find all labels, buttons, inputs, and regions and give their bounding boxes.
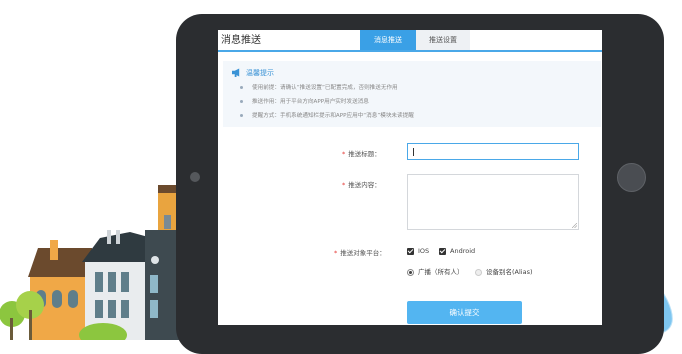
tip-item: 使用前提：请确认“推送设置”已配置完成，否则推送无作用	[240, 83, 398, 91]
bullet-icon	[240, 100, 243, 103]
radio-unselected-icon	[475, 268, 482, 276]
bullet-icon	[240, 114, 243, 117]
push-title-input[interactable]	[407, 143, 579, 160]
tab-push-settings[interactable]: 推送设置	[416, 30, 470, 50]
resize-grip-icon[interactable]	[572, 223, 577, 228]
target-broadcast-radio[interactable]: 广播（所有人）	[407, 266, 464, 276]
platform-android-checkbox[interactable]: Android	[439, 247, 475, 255]
target-alias-radio[interactable]: 设备别名(Alias)	[475, 266, 533, 276]
illustration-scene: 消息推送 消息推送 推送设置 温馨提示 使用前提：请确认“推送设置”已配置完成，…	[0, 0, 682, 354]
tip-item: 推送作用：用于平台方向APP用户实时发送消息	[240, 97, 369, 105]
header-bar: 消息推送 消息推送 推送设置	[218, 30, 602, 52]
camera-dot	[190, 172, 200, 182]
push-content-textarea[interactable]	[407, 174, 579, 230]
content-label: * 推送内容：	[342, 181, 381, 189]
checkbox-checked-icon	[439, 247, 446, 255]
tip-item: 提醒方式：手机系统通知栏提示和APP应用中“消息”模块未读提醒	[240, 111, 414, 119]
tab-message-push[interactable]: 消息推送	[360, 30, 416, 50]
title-label: * 推送标题：	[342, 150, 381, 158]
megaphone-icon	[232, 68, 240, 77]
submit-button[interactable]: 确认提交	[407, 301, 522, 324]
platform-ios-checkbox[interactable]: IOS	[407, 247, 429, 255]
tips-title: 温馨提示	[246, 69, 274, 77]
home-button	[617, 163, 646, 192]
page-title: 消息推送	[221, 35, 261, 46]
checkbox-checked-icon	[407, 247, 414, 255]
text-caret	[413, 148, 414, 156]
radio-selected-icon	[407, 268, 414, 276]
platform-label: * 推送对象平台：	[334, 249, 386, 257]
app-screen: 消息推送 消息推送 推送设置 温馨提示 使用前提：请确认“推送设置”已配置完成，…	[218, 30, 602, 325]
tips-panel: 温馨提示 使用前提：请确认“推送设置”已配置完成，否则推送无作用 推送作用：用于…	[223, 61, 601, 127]
bullet-icon	[240, 86, 243, 89]
